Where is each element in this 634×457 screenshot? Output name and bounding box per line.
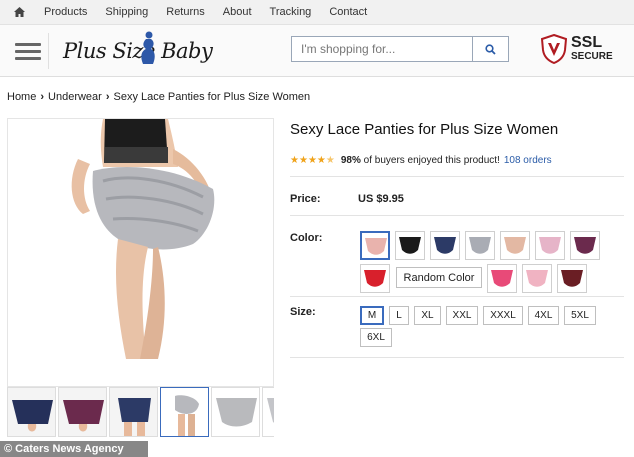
size-option[interactable]: XXL <box>446 306 478 325</box>
color-swatch-selected[interactable] <box>360 231 390 260</box>
nav-about[interactable]: About <box>223 6 252 18</box>
breadcrumb-home[interactable]: Home <box>7 91 36 103</box>
nav-shipping[interactable]: Shipping <box>105 6 148 18</box>
color-swatch[interactable] <box>570 231 600 260</box>
site-logo[interactable]: Plus Size Baby <box>63 31 213 69</box>
size-option[interactable]: XL <box>414 306 441 325</box>
divider <box>290 296 624 297</box>
thumbnail-strip <box>7 387 274 438</box>
thumbnail-selected[interactable] <box>160 387 209 437</box>
divider <box>290 357 624 358</box>
random-color-button[interactable]: Random Color <box>396 267 482 288</box>
main-product-image[interactable] <box>7 118 274 387</box>
logo-silhouette-icon <box>141 31 155 64</box>
breadcrumb-current: Sexy Lace Panties for Plus Size Women <box>113 91 311 103</box>
color-swatch[interactable] <box>535 231 565 260</box>
color-swatch[interactable] <box>557 264 587 293</box>
search-icon <box>485 43 496 55</box>
color-swatch[interactable] <box>360 264 390 293</box>
thumbnail[interactable] <box>7 387 56 437</box>
color-swatch[interactable] <box>430 231 460 260</box>
rating-text: of buyers enjoyed this product! <box>363 155 500 166</box>
divider <box>290 176 624 177</box>
size-option[interactable]: 4XL <box>528 306 559 325</box>
size-option-selected[interactable]: M <box>360 306 384 325</box>
watermark: © Caters News Agency <box>0 441 148 457</box>
divider <box>290 215 624 216</box>
nav-products[interactable]: Products <box>44 6 87 18</box>
ssl-badge: SSL SECURE <box>541 34 621 66</box>
top-nav: Products Shipping Returns About Tracking… <box>0 0 634 25</box>
size-option[interactable]: 5XL <box>564 306 596 325</box>
color-swatch[interactable] <box>395 231 425 260</box>
price-label: Price: <box>290 193 321 205</box>
color-label: Color: <box>290 232 323 244</box>
thumbnail[interactable] <box>211 387 260 437</box>
chevron-right-icon: › <box>105 91 110 103</box>
orders-link[interactable]: 108 orders <box>504 155 552 166</box>
thumbnail[interactable] <box>262 387 274 437</box>
home-icon[interactable] <box>14 6 26 18</box>
price-value: US $9.95 <box>358 193 404 205</box>
color-swatch[interactable] <box>500 231 530 260</box>
thumbnail[interactable] <box>109 387 158 437</box>
rating-stars-icon: ★ ★ ★ ★ ★ <box>290 154 335 166</box>
rating-percent: 98% <box>340 155 361 166</box>
secure-label: SECURE <box>571 51 613 62</box>
size-option[interactable]: 6XL <box>360 328 392 347</box>
thumbnail[interactable] <box>58 387 107 437</box>
ssl-label: SSL <box>571 34 603 51</box>
nav-returns[interactable]: Returns <box>166 6 205 18</box>
color-swatch[interactable] <box>522 264 552 293</box>
rating-row: ★ ★ ★ ★ ★ 98% of buyers enjoyed this product… <box>290 155 552 166</box>
chevron-right-icon: › <box>40 91 45 103</box>
shield-icon <box>541 34 567 64</box>
breadcrumb: Home › Underwear › Sexy Lace Panties for… <box>7 91 310 103</box>
size-option[interactable]: XXXL <box>483 306 523 325</box>
color-swatch[interactable] <box>465 231 495 260</box>
search-input[interactable] <box>292 37 472 61</box>
search-button[interactable] <box>472 37 508 61</box>
nav-tracking[interactable]: Tracking <box>270 6 312 18</box>
product-title: Sexy Lace Panties for Plus Size Women <box>290 121 559 138</box>
menu-icon[interactable] <box>9 33 49 69</box>
site-header: Plus Size Baby SSL SECURE <box>0 25 634 77</box>
color-swatch[interactable] <box>487 264 517 293</box>
size-label: Size: <box>290 306 316 318</box>
nav-contact[interactable]: Contact <box>329 6 367 18</box>
size-option[interactable]: L <box>389 306 409 325</box>
breadcrumb-underwear[interactable]: Underwear <box>48 91 102 103</box>
search-bar <box>291 36 509 62</box>
